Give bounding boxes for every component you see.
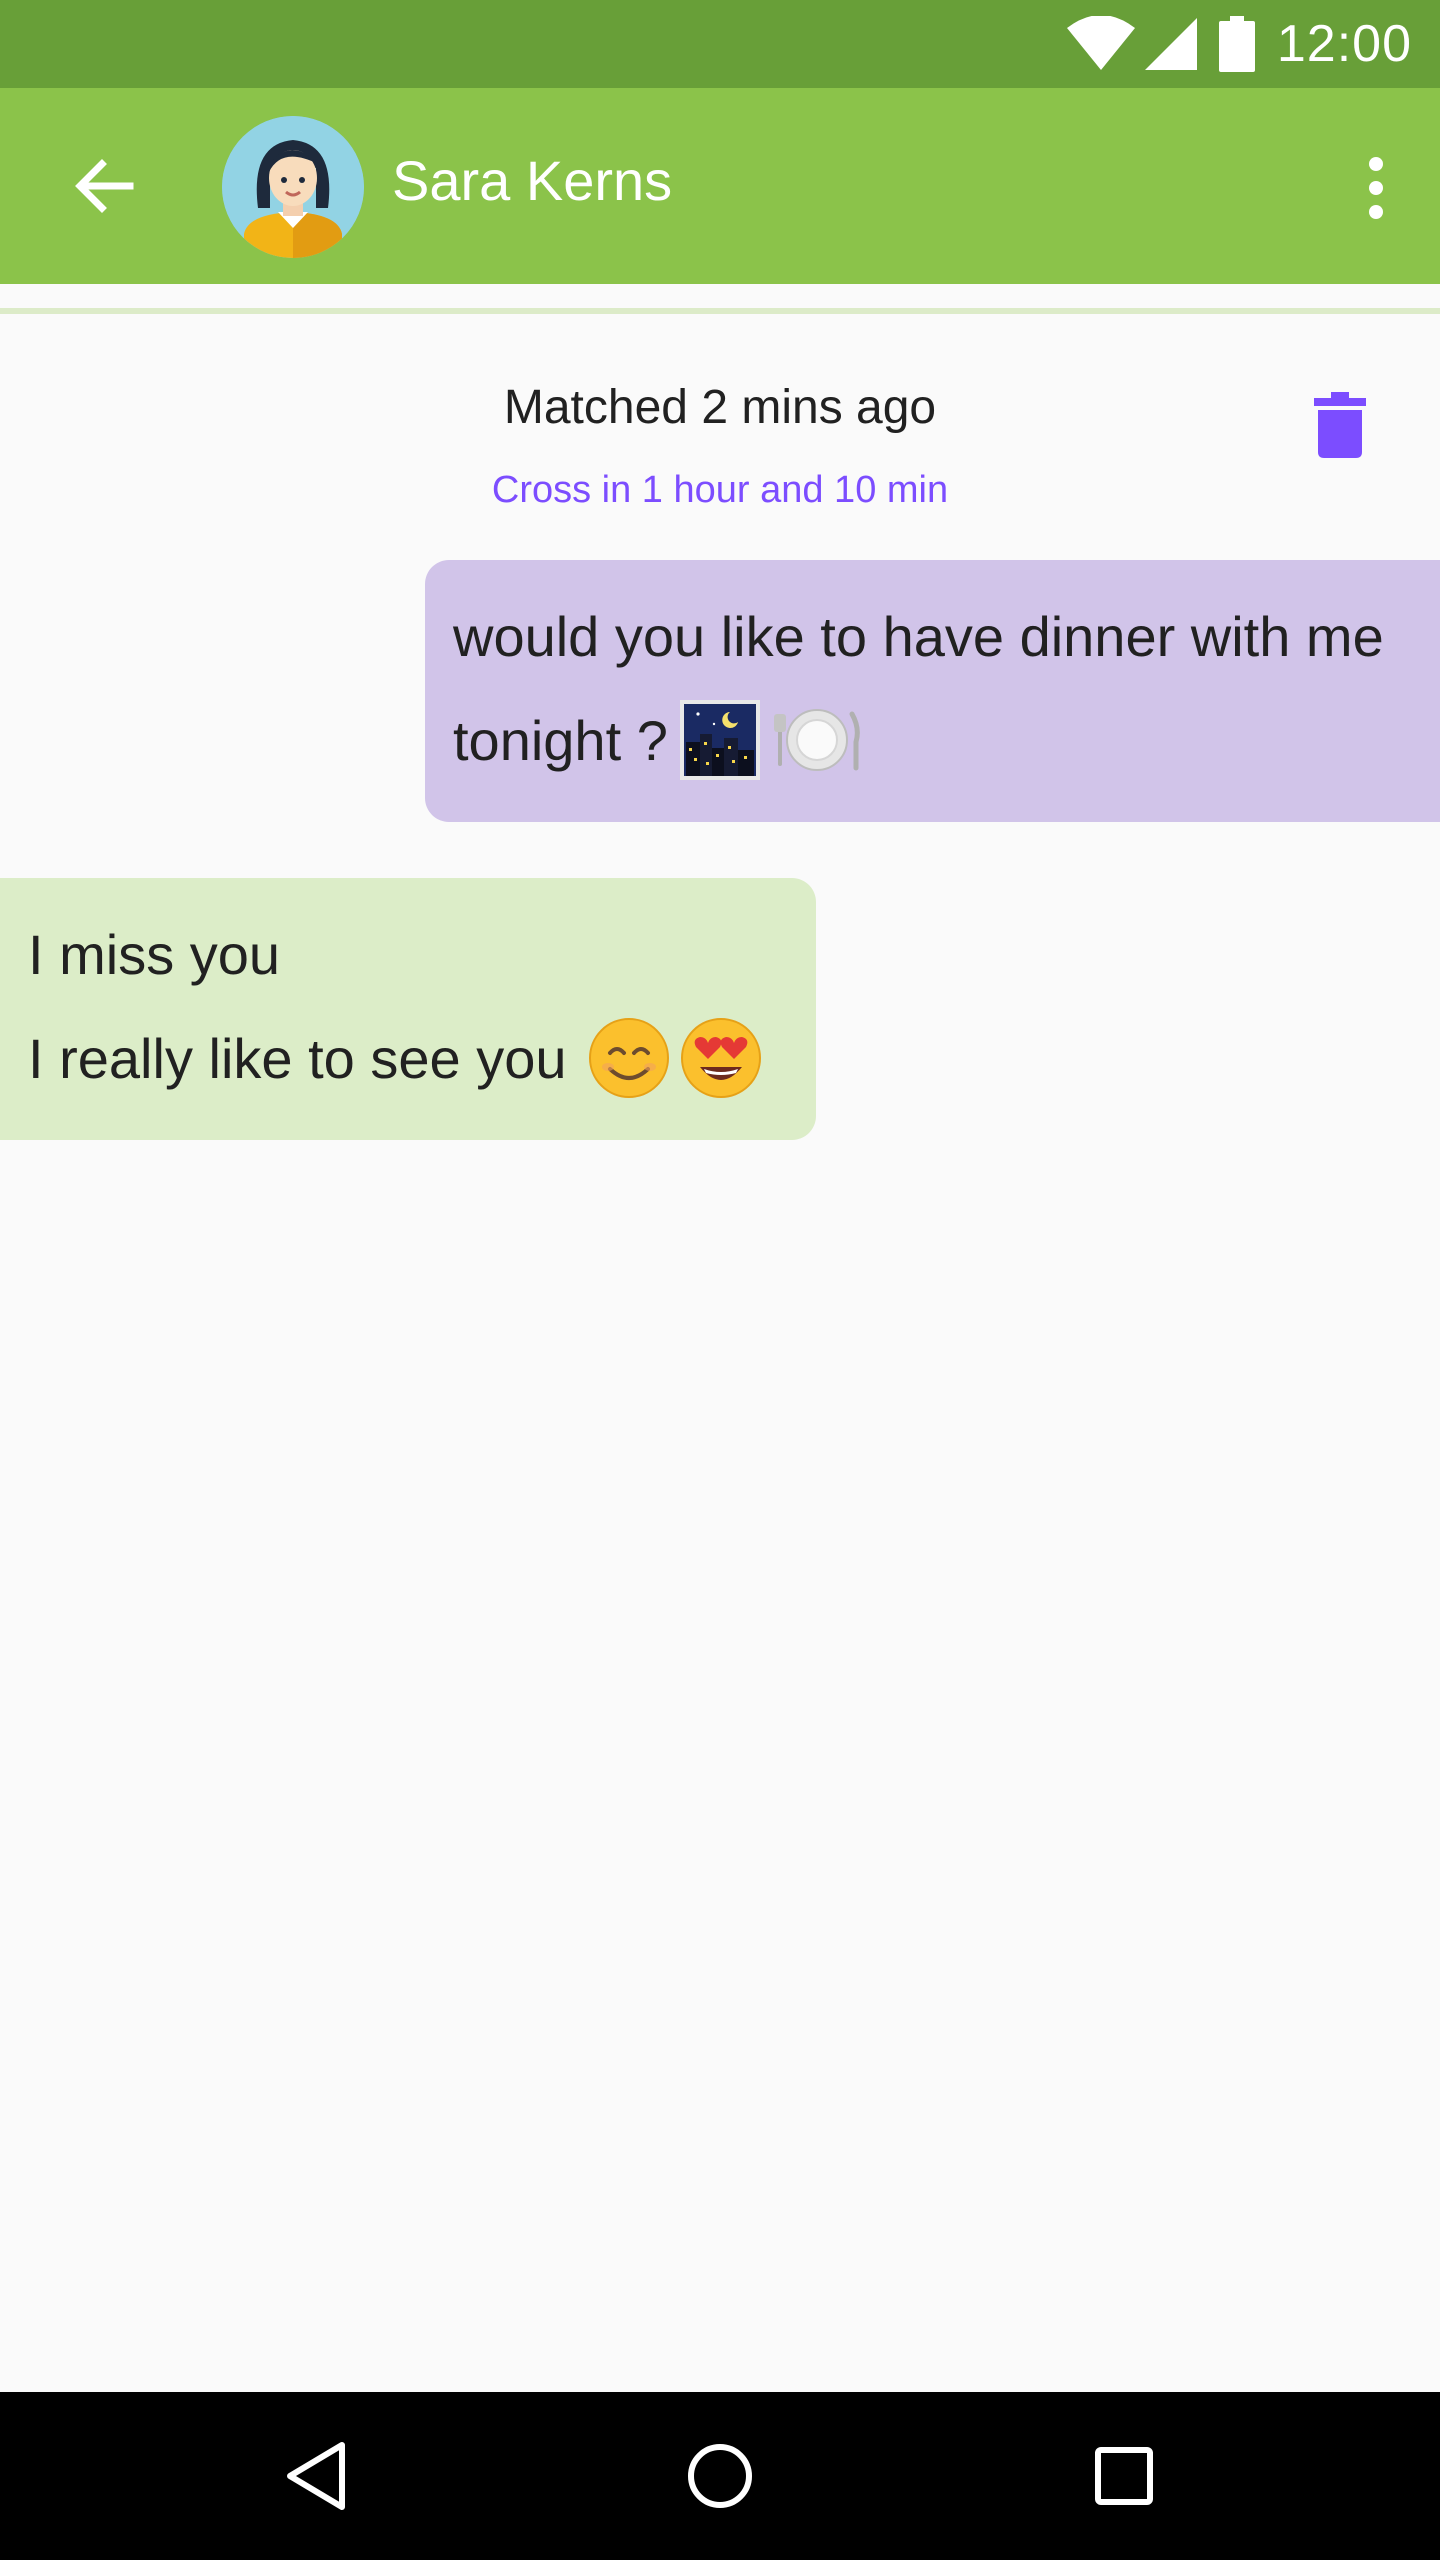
avatar-woman-icon bbox=[222, 116, 364, 258]
fork-knife-plate-emoji bbox=[773, 709, 860, 771]
match-info: Matched 2 mins ago Cross in 1 hour and 1… bbox=[0, 380, 1440, 512]
back-triangle-icon bbox=[287, 2442, 345, 2510]
message-line: I really like to see you bbox=[28, 1026, 567, 1090]
message-line-with-emoji: tonight ? bbox=[453, 688, 1440, 792]
app-bar: Sara Kerns bbox=[0, 88, 1440, 284]
recents-square-icon bbox=[1095, 2447, 1153, 2505]
contact-name[interactable]: Sara Kerns bbox=[392, 88, 672, 284]
message-bubble-incoming[interactable]: I miss you I really like to see you bbox=[0, 878, 816, 1140]
divider bbox=[0, 308, 1440, 314]
message-bubble-outgoing[interactable]: would you like to have dinner with me to… bbox=[425, 560, 1440, 822]
match-title: Matched 2 mins ago bbox=[503, 381, 937, 434]
arrow-back-icon bbox=[75, 159, 134, 213]
match-countdown: Cross in 1 hour and 10 min bbox=[491, 469, 949, 511]
battery-icon bbox=[1218, 16, 1255, 72]
status-time: 12:00 bbox=[1276, 15, 1412, 73]
back-button[interactable] bbox=[56, 138, 152, 234]
nav-home-button[interactable] bbox=[670, 2426, 770, 2526]
cell-signal-icon bbox=[1144, 18, 1197, 70]
status-bar: 12:00 bbox=[0, 0, 1440, 88]
nav-recents-button[interactable] bbox=[1074, 2426, 1174, 2526]
system-nav-bar bbox=[0, 2392, 1440, 2560]
more-vert-icon bbox=[1369, 157, 1383, 219]
night-city-emoji bbox=[679, 700, 760, 780]
nav-back-button[interactable] bbox=[266, 2426, 366, 2526]
message-line-with-emoji: I really like to see you bbox=[28, 1006, 816, 1110]
message-line: I miss you bbox=[28, 922, 281, 986]
home-circle-icon bbox=[688, 2444, 752, 2508]
avatar[interactable] bbox=[222, 116, 364, 258]
more-options-button[interactable] bbox=[1336, 140, 1416, 236]
heart-eyes-emoji bbox=[681, 1018, 762, 1098]
message-line: would you like to have dinner with me bbox=[453, 604, 1384, 668]
wifi-icon bbox=[1066, 16, 1135, 70]
message-line: tonight ? bbox=[453, 708, 668, 772]
trash-icon bbox=[1314, 392, 1366, 458]
delete-match-button[interactable] bbox=[1300, 380, 1380, 470]
smiling-face-emoji bbox=[589, 1018, 670, 1098]
